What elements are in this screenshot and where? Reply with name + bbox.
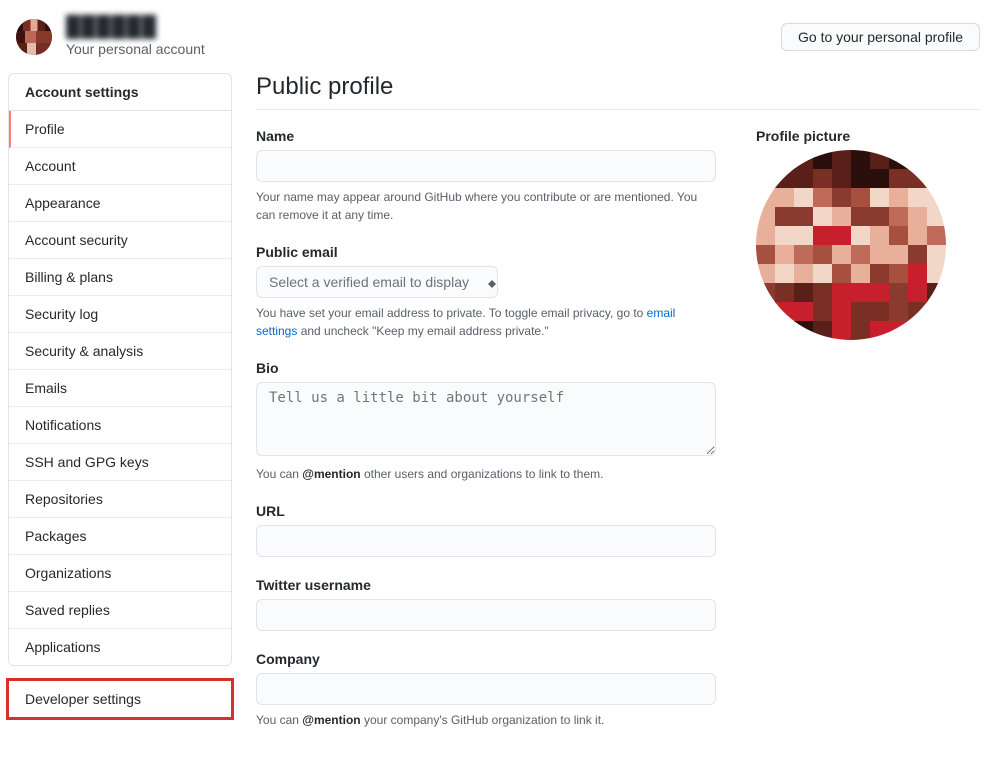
sidebar-item-saved-replies[interactable]: Saved replies [9, 592, 231, 629]
bio-hint: You can @mention other users and organiz… [256, 465, 716, 483]
sidebar-item-developer-settings[interactable]: Developer settings [9, 681, 231, 717]
twitter-input[interactable] [256, 599, 716, 631]
username-block: ██████ Your personal account [66, 16, 205, 57]
go-to-profile-button[interactable]: Go to your personal profile [781, 23, 980, 51]
company-hint: You can @mention your company's GitHub o… [256, 711, 716, 729]
profile-form: Name Your name may appear around GitHub … [256, 128, 716, 749]
settings-sidebar: Account settings Profile Account Appeara… [8, 73, 232, 749]
url-label: URL [256, 503, 716, 519]
public-email-hint: You have set your email address to priva… [256, 304, 716, 340]
sidebar-item-account[interactable]: Account [9, 148, 231, 185]
sidebar-item-profile[interactable]: Profile [9, 111, 231, 148]
sidebar-item-packages[interactable]: Packages [9, 518, 231, 555]
profile-picture-label: Profile picture [756, 128, 966, 144]
field-name: Name Your name may appear around GitHub … [256, 128, 716, 224]
username: ██████ [66, 16, 205, 39]
name-label: Name [256, 128, 716, 144]
name-input[interactable] [256, 150, 716, 182]
bio-label: Bio [256, 360, 716, 376]
field-bio: Bio You can @mention other users and org… [256, 360, 716, 483]
header-left: ██████ Your personal account [16, 16, 205, 57]
page-header: ██████ Your personal account Go to your … [0, 0, 996, 73]
field-public-email: Public email Select a verified email to … [256, 244, 716, 340]
field-company: Company You can @mention your company's … [256, 651, 716, 729]
sidebar-item-appearance[interactable]: Appearance [9, 185, 231, 222]
company-label: Company [256, 651, 716, 667]
account-subtitle: Your personal account [66, 41, 205, 57]
sidebar-item-emails[interactable]: Emails [9, 370, 231, 407]
bio-textarea[interactable] [256, 382, 716, 456]
sidebar-item-security-log[interactable]: Security log [9, 296, 231, 333]
sidebar-item-account-security[interactable]: Account security [9, 222, 231, 259]
public-email-select[interactable]: Select a verified email to display [256, 266, 498, 298]
avatar-large[interactable] [756, 150, 946, 340]
nav-group-title: Account settings [9, 74, 231, 111]
sidebar-item-billing[interactable]: Billing & plans [9, 259, 231, 296]
field-twitter: Twitter username [256, 577, 716, 631]
sidebar-item-ssh-gpg[interactable]: SSH and GPG keys [9, 444, 231, 481]
company-input[interactable] [256, 673, 716, 705]
twitter-label: Twitter username [256, 577, 716, 593]
sidebar-item-applications[interactable]: Applications [9, 629, 231, 665]
main-content: Public profile Name Your name may appear… [256, 73, 988, 749]
sidebar-item-repositories[interactable]: Repositories [9, 481, 231, 518]
account-settings-nav: Account settings Profile Account Appeara… [8, 73, 232, 666]
sidebar-item-notifications[interactable]: Notifications [9, 407, 231, 444]
name-hint: Your name may appear around GitHub where… [256, 188, 716, 224]
field-url: URL [256, 503, 716, 557]
profile-picture-section: Profile picture [756, 128, 966, 749]
public-email-label: Public email [256, 244, 716, 260]
page-title: Public profile [256, 73, 980, 110]
developer-settings-nav: Developer settings [8, 680, 232, 718]
sidebar-item-organizations[interactable]: Organizations [9, 555, 231, 592]
sidebar-item-security-analysis[interactable]: Security & analysis [9, 333, 231, 370]
avatar-small[interactable] [16, 19, 52, 55]
url-input[interactable] [256, 525, 716, 557]
